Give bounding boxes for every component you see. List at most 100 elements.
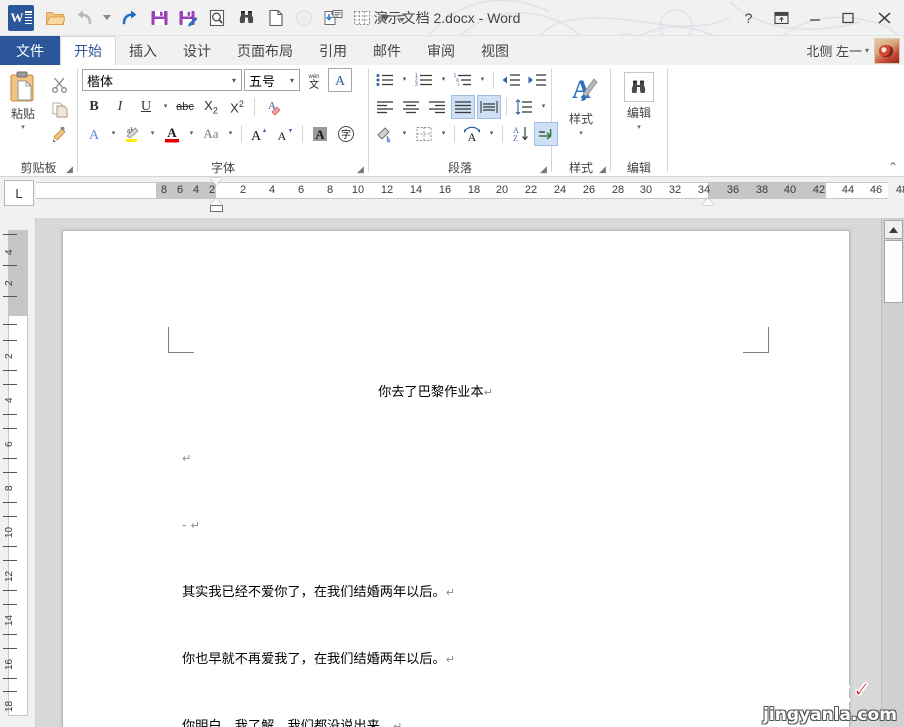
underline-button[interactable]: U <box>134 95 158 119</box>
document-canvas[interactable]: 你去了巴黎作业本↵ ↵ - ↵ 其实我已经不爱你了，在我们结婚两年以后。↵ 你也… <box>36 218 881 727</box>
font-size-combo[interactable]: 五号 ▾ <box>244 69 300 91</box>
superscript-button[interactable]: X2 <box>225 95 249 119</box>
change-case-button[interactable]: Aa <box>199 122 223 146</box>
table-icon[interactable] <box>348 4 376 32</box>
bullets-dropdown-icon[interactable]: ▾ <box>399 68 410 92</box>
multilevel-list-icon[interactable]: 1 a i <box>451 68 475 92</box>
circle-icon[interactable] <box>290 4 318 32</box>
font-name-combo[interactable]: 楷体 ▾ <box>82 69 242 91</box>
change-case-dropdown-icon[interactable]: ▾ <box>225 122 236 146</box>
sort-icon[interactable]: A Z <box>508 122 532 146</box>
align-justify-icon[interactable] <box>451 95 475 119</box>
collapse-ribbon-icon[interactable]: ⌃ <box>888 160 898 174</box>
minimize-button[interactable] <box>798 3 831 33</box>
highlight-icon[interactable]: ab <box>121 122 145 146</box>
document-page[interactable]: 你去了巴黎作业本↵ ↵ - ↵ 其实我已经不爱你了，在我们结婚两年以后。↵ 你也… <box>62 230 850 727</box>
editing-dropdown-icon[interactable]: ▾ <box>637 124 641 132</box>
tab-design[interactable]: 设计 <box>170 36 224 65</box>
tab-review[interactable]: 审阅 <box>414 36 468 65</box>
left-indent-marker[interactable] <box>210 205 223 212</box>
underline-dropdown-icon[interactable]: ▾ <box>160 95 171 119</box>
tab-mailings[interactable]: 邮件 <box>360 36 414 65</box>
text-effects-icon[interactable]: A <box>82 122 106 146</box>
font-color-icon[interactable]: A <box>160 122 184 146</box>
line-spacing-dropdown-icon[interactable]: ▾ <box>538 95 549 119</box>
vertical-scrollbar[interactable] <box>881 218 904 727</box>
editing-button[interactable]: 编辑 ▾ <box>611 68 667 132</box>
print-preview-icon[interactable] <box>203 4 231 32</box>
align-right-icon[interactable] <box>425 95 449 119</box>
font-color-dropdown-icon[interactable]: ▾ <box>186 122 197 146</box>
asian-layout-icon[interactable]: A <box>460 122 484 146</box>
table-dropdown-icon[interactable] <box>377 4 393 32</box>
hanging-indent-marker[interactable] <box>210 198 222 205</box>
quick-access-toolbar[interactable]: W <box>0 0 410 36</box>
window-controls[interactable]: ? <box>732 0 904 36</box>
align-center-icon[interactable] <box>399 95 423 119</box>
horizontal-ruler[interactable]: 8 6 4 2 2 4 6 8 10 12 14 16 18 20 22 24 … <box>36 178 904 212</box>
maximize-button[interactable] <box>831 3 864 33</box>
grow-font-icon[interactable]: A <box>247 122 271 146</box>
character-border-icon[interactable]: A <box>328 68 352 92</box>
text-effects-dropdown-icon[interactable]: ▾ <box>108 122 119 146</box>
paste-dropdown-icon[interactable]: ▾ <box>21 124 25 131</box>
bold-button[interactable]: B <box>82 95 106 119</box>
customize-qat-icon[interactable] <box>394 4 410 32</box>
copy-icon[interactable] <box>46 97 72 121</box>
align-left-icon[interactable] <box>373 95 397 119</box>
right-indent-marker[interactable] <box>702 198 714 205</box>
paste-button[interactable]: 粘贴 ▾ <box>0 68 46 131</box>
font-name-dropdown-icon[interactable]: ▾ <box>229 76 239 85</box>
tab-home[interactable]: 开始 <box>60 36 116 65</box>
new-document-icon[interactable] <box>261 4 289 32</box>
shrink-font-icon[interactable]: A <box>273 122 297 146</box>
save-icon[interactable] <box>145 4 173 32</box>
phonetic-guide-icon[interactable]: wén 文 <box>302 68 326 92</box>
close-button[interactable] <box>864 3 904 33</box>
clipboard-dialog-launcher[interactable]: ◢ <box>65 165 74 174</box>
save-as-icon[interactable] <box>174 4 202 32</box>
account-dropdown-icon[interactable]: ▾ <box>865 46 869 55</box>
line-spacing-icon[interactable] <box>512 95 536 119</box>
undo-icon[interactable] <box>70 4 98 32</box>
scrollbar-thumb[interactable] <box>884 240 903 303</box>
vertical-ruler[interactable]: 4 2 2 4 6 8 10 12 14 16 18 <box>0 218 36 727</box>
borders-dropdown-icon[interactable]: ▾ <box>438 122 449 146</box>
styles-dialog-launcher[interactable]: ◢ <box>598 165 607 174</box>
subscript-button[interactable]: X2 <box>199 95 223 119</box>
avatar[interactable] <box>874 37 900 64</box>
undo-dropdown-icon[interactable] <box>99 4 115 32</box>
borders-icon[interactable] <box>412 122 436 146</box>
font-dialog-launcher[interactable]: ◢ <box>356 165 365 174</box>
document-text[interactable]: 你去了巴黎作业本↵ ↵ - ↵ 其实我已经不爱你了，在我们结婚两年以后。↵ 你也… <box>182 337 809 727</box>
highlight-dropdown-icon[interactable]: ▾ <box>147 122 158 146</box>
font-size-dropdown-icon[interactable]: ▾ <box>287 76 297 85</box>
numbering-dropdown-icon[interactable]: ▾ <box>438 68 449 92</box>
numbering-icon[interactable]: 1 2 3 <box>412 68 436 92</box>
character-shading-icon[interactable]: A <box>308 122 332 146</box>
redo-icon[interactable] <box>116 4 144 32</box>
increase-indent-icon[interactable] <box>525 68 549 92</box>
open-icon[interactable] <box>41 4 69 32</box>
paragraph-dialog-launcher[interactable]: ◢ <box>539 165 548 174</box>
tab-file[interactable]: 文件 <box>0 36 60 65</box>
bullets-icon[interactable] <box>373 68 397 92</box>
ribbon-tab-strip[interactable]: 文件 开始 插入 设计 页面布局 引用 邮件 审阅 视图 <box>0 36 904 65</box>
shading-icon[interactable] <box>373 122 397 146</box>
tab-insert[interactable]: 插入 <box>116 36 170 65</box>
first-line-indent-marker[interactable] <box>210 178 222 185</box>
tab-references[interactable]: 引用 <box>306 36 360 65</box>
cut-icon[interactable] <box>46 72 72 96</box>
scroll-up-button[interactable] <box>884 220 903 239</box>
distribute-icon[interactable] <box>477 95 501 119</box>
multilevel-dropdown-icon[interactable]: ▾ <box>477 68 488 92</box>
format-painter-icon[interactable] <box>46 122 72 146</box>
find-binoculars-icon[interactable] <box>232 4 260 32</box>
tab-stop-selector[interactable]: L <box>4 180 34 206</box>
tab-page-layout[interactable]: 页面布局 <box>224 36 306 65</box>
quick-print-icon[interactable] <box>319 4 347 32</box>
tab-view[interactable]: 视图 <box>468 36 522 65</box>
decrease-indent-icon[interactable] <box>499 68 523 92</box>
italic-button[interactable]: I <box>108 95 132 119</box>
strikethrough-button[interactable]: abc <box>173 95 197 119</box>
